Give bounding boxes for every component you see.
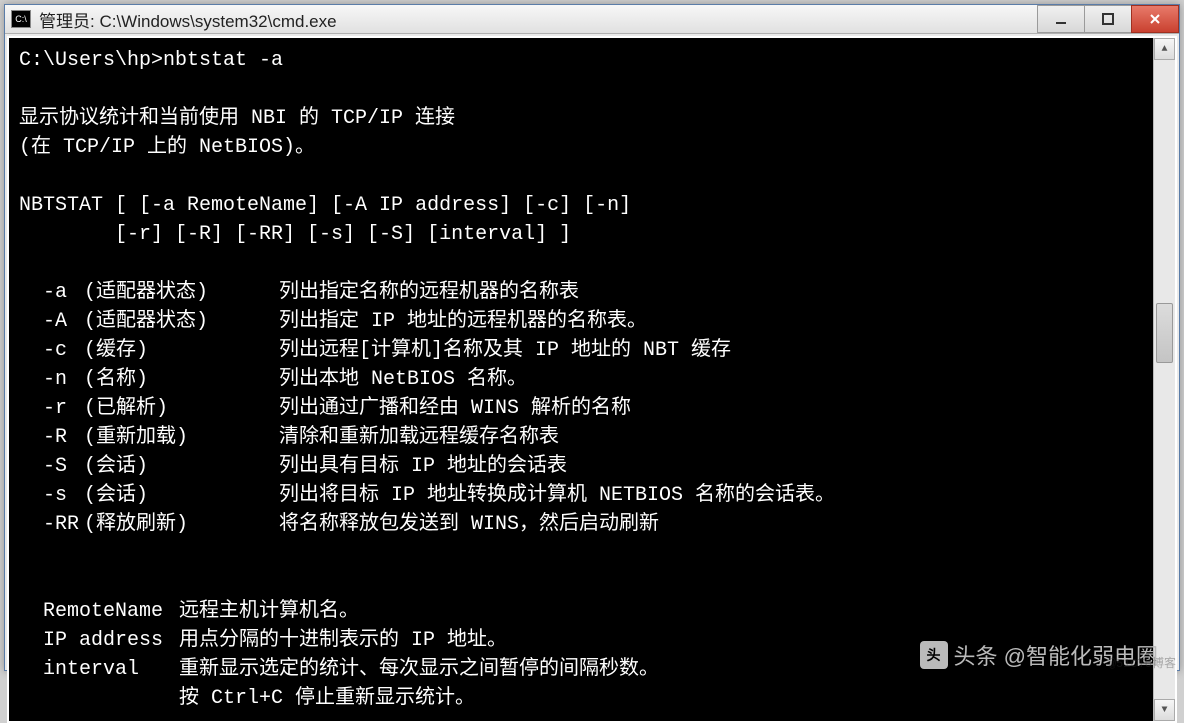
terminal-container: C:\Users\hp>nbtstat -a 显示协议统计和当前使用 NBI 的… [7,36,1177,723]
option-row: -r(已解析)列出通过广播和经由 WINS 解析的名称 [19,394,835,423]
scrollbar[interactable]: ▲ ▼ [1153,38,1175,721]
param-row: interval重新显示选定的统计、每次显示之间暂停的间隔秒数。 [19,655,659,684]
usage-line-2: [-r] [-R] [-RR] [-s] [-S] [interval] ] [19,223,571,246]
option-row: -S(会话)列出具有目标 IP 地址的会话表 [19,452,835,481]
scroll-up-button[interactable]: ▲ [1154,38,1175,60]
maximize-button[interactable] [1084,5,1132,33]
params-table: RemoteName远程主机计算机名。 IP address用点分隔的十进制表示… [19,597,659,713]
window-title: 管理员: C:\Windows\system32\cmd.exe [39,7,337,32]
desc-line-1: 显示协议统计和当前使用 NBI 的 TCP/IP 连接 [19,107,455,130]
option-row: -RR(释放刷新)将名称释放包发送到 WINS，然后启动刷新 [19,510,835,539]
prompt-line: C:\Users\hp>nbtstat -a [19,49,283,72]
option-row: -A(适配器状态)列出指定 IP 地址的远程机器的名称表。 [19,307,835,336]
desc-line-2: (在 TCP/IP 上的 NetBIOS)。 [19,136,315,159]
option-row: -n(名称)列出本地 NetBIOS 名称。 [19,365,835,394]
param-row: RemoteName远程主机计算机名。 [19,597,659,626]
scroll-thumb[interactable] [1156,303,1173,363]
scroll-track[interactable] [1154,60,1175,699]
param-row: IP address用点分隔的十进制表示的 IP 地址。 [19,626,659,655]
terminal-output[interactable]: C:\Users\hp>nbtstat -a 显示协议统计和当前使用 NBI 的… [9,38,1153,721]
cmd-window: C:\ 管理员: C:\Windows\system32\cmd.exe C:\… [4,4,1180,671]
option-row: -a(适配器状态)列出指定名称的远程机器的名称表 [19,278,835,307]
close-button[interactable] [1131,5,1179,33]
option-row: -c(缓存)列出远程[计算机]名称及其 IP 地址的 NBT 缓存 [19,336,835,365]
titlebar[interactable]: C:\ 管理员: C:\Windows\system32\cmd.exe [5,5,1179,34]
cmd-icon: C:\ [11,10,31,28]
option-row: -s(会话)列出将目标 IP 地址转换成计算机 NETBIOS 名称的会话表。 [19,481,835,510]
tail-row: 按 Ctrl+C 停止重新显示统计。 [19,684,659,713]
scroll-down-button[interactable]: ▼ [1154,699,1175,721]
window-buttons [1038,5,1179,33]
options-table: -a(适配器状态)列出指定名称的远程机器的名称表 -A(适配器状态)列出指定 I… [19,278,835,539]
usage-line-1: NBTSTAT [ [-a RemoteName] [-A IP address… [19,194,631,217]
minimize-button[interactable] [1037,5,1085,33]
option-row: -R(重新加载)清除和重新加载远程缓存名称表 [19,423,835,452]
